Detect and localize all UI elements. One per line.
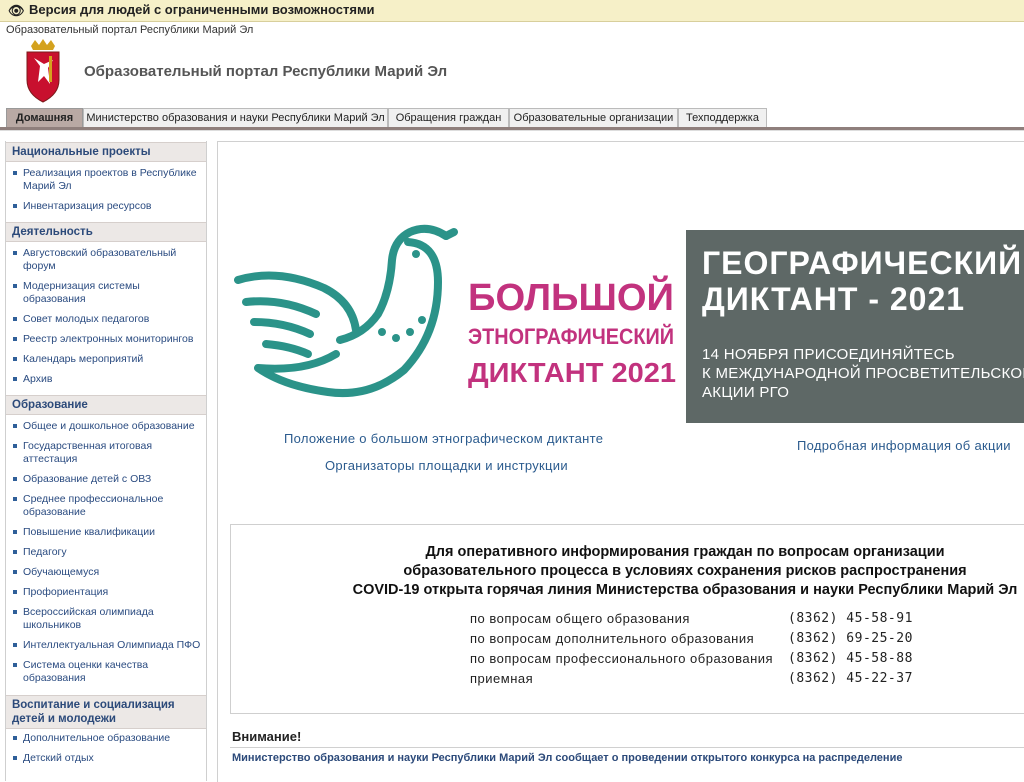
bullet-icon xyxy=(13,251,17,255)
news-link[interactable]: Министерство образования и науки Республ… xyxy=(232,752,902,764)
tab-support[interactable]: Техподдержка xyxy=(678,108,767,127)
bullet-icon xyxy=(13,663,17,667)
bullet-icon xyxy=(13,477,17,481)
ethno-regulation-link[interactable]: Положение о большом этнографическом дикт… xyxy=(284,431,603,446)
bullet-icon xyxy=(13,284,17,288)
accessibility-link[interactable]: Версия для людей с ограниченными возможн… xyxy=(29,2,375,17)
bullet-icon xyxy=(13,643,17,647)
ethno-line1: БОЛЬШОЙ xyxy=(468,274,674,319)
ethno-line2: ЭТНОГРАФИЧЕСКИЙ xyxy=(468,324,674,349)
bullet-icon xyxy=(13,357,17,361)
hotline-number: (8362) 45-58-88 xyxy=(788,651,913,666)
ethno-dictation-banner[interactable]: БОЛЬШОЙ ЭТНОГРАФИЧЕСКИЙ ДИКТАНТ 2021 xyxy=(232,222,676,402)
hotline-title-line3: COVID-19 открыта горячая линия Министерс… xyxy=(352,582,1018,598)
site-name: Образовательный портал Республики Марий … xyxy=(6,24,254,36)
coat-of-arms-logo[interactable] xyxy=(22,38,64,104)
ethno-line3: ДИКТАНТ 2021 xyxy=(468,357,676,388)
geo-sub-line2: К МЕЖДУНАРОДНОЙ ПРОСВЕТИТЕЛЬСКОЙ xyxy=(702,365,1024,382)
bullet-icon xyxy=(13,550,17,554)
portal-title: Образовательный портал Республики Марий … xyxy=(84,63,448,80)
tab-divider-shadow xyxy=(0,130,1024,131)
hotline-number: (8362) 45-22-37 xyxy=(788,671,913,686)
tab-organizations[interactable]: Образовательные организации xyxy=(509,108,678,127)
accessibility-bar[interactable]: 👁 Версия для людей с ограниченными возмо… xyxy=(0,0,1024,22)
bullet-icon xyxy=(13,756,17,760)
bullet-icon xyxy=(13,570,17,574)
geo-more-link[interactable]: Подробная информация об акции xyxy=(797,438,1011,453)
eye-icon: 👁 xyxy=(8,3,25,18)
bullet-icon xyxy=(13,171,17,175)
attention-divider xyxy=(230,747,1024,748)
bullet-icon xyxy=(13,377,17,381)
sidebar-section-activity[interactable]: Деятельность xyxy=(6,222,206,242)
ethno-organizers-link[interactable]: Организаторы площадки и инструкции xyxy=(325,458,568,473)
hotline-title-line1: Для оперативного информирования граждан … xyxy=(425,544,945,560)
tab-home[interactable]: Домашняя xyxy=(6,108,83,127)
hotline-label: по вопросам дополнительного образования xyxy=(470,631,755,646)
tab-appeals[interactable]: Обращения граждан xyxy=(388,108,509,127)
tab-ministry[interactable]: Министерство образования и науки Республ… xyxy=(83,108,388,127)
bullet-icon xyxy=(13,736,17,740)
bullet-icon xyxy=(13,317,17,321)
bullet-icon xyxy=(13,424,17,428)
bullet-icon xyxy=(13,610,17,614)
geo-dictation-banner[interactable]: ГЕОГРАФИЧЕСКИЙ ДИКТАНТ - 2021 14 НОЯБРЯ … xyxy=(686,230,1024,423)
sidebar-section-upbringing[interactable]: Воспитание и социализация детей и молоде… xyxy=(6,695,206,729)
dove-icon xyxy=(234,224,458,398)
hotline-number: (8362) 69-25-20 xyxy=(788,631,913,646)
sidebar-section-national-projects[interactable]: Национальные проекты xyxy=(6,142,206,162)
bullet-icon xyxy=(13,530,17,534)
geo-title-line1: ГЕОГРАФИЧЕСКИЙ xyxy=(702,245,1023,281)
hotline-label: по вопросам профессионального образовани… xyxy=(470,651,774,666)
attention-heading: Внимание! xyxy=(232,729,302,744)
bullet-icon xyxy=(13,590,17,594)
geo-sub-line3: АКЦИИ РГО xyxy=(702,384,790,401)
sidebar: Национальные проекты Реализация проектов… xyxy=(5,141,207,781)
hotline-label: приемная xyxy=(470,671,534,686)
bullet-icon xyxy=(13,204,17,208)
bullet-icon xyxy=(13,497,17,501)
hotline-label: по вопросам общего образования xyxy=(470,611,690,626)
hotline-number: (8362) 45-58-91 xyxy=(788,611,913,626)
sidebar-section-education[interactable]: Образование xyxy=(6,395,206,415)
bullet-icon xyxy=(13,337,17,341)
hotline-title-line2: образовательного процесса в условиях сох… xyxy=(403,563,967,579)
geo-title-line2: ДИКТАНТ - 2021 xyxy=(702,281,966,317)
geo-sub-line1: 14 НОЯБРЯ ПРИСОЕДИНЯЙТЕСЬ xyxy=(702,346,955,363)
bullet-icon xyxy=(13,444,17,448)
